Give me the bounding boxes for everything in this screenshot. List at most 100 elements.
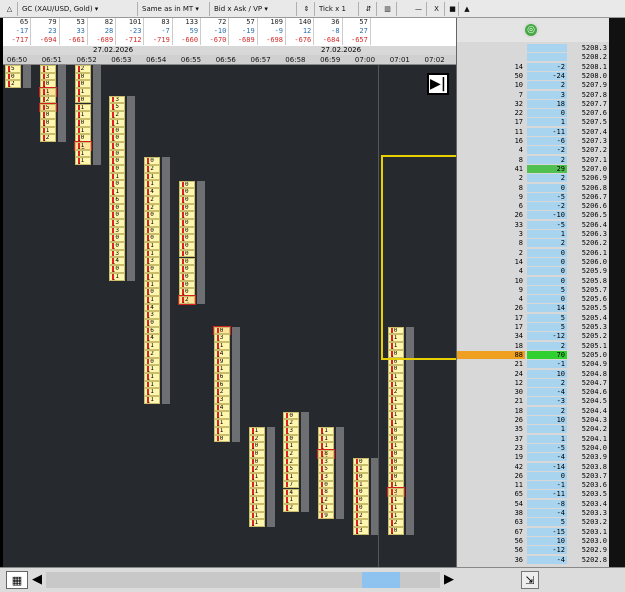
ladder-row[interactable]: 19 -4 5203.9 [457, 453, 610, 462]
ladder-row[interactable]: 34 -12 5205.2 [457, 332, 610, 341]
ladder-row[interactable]: 65 -11 5203.5 [457, 490, 610, 499]
ladder-row[interactable]: 4 0 5205.6 [457, 295, 610, 304]
ladder-row[interactable]: 11 -1 5203.6 [457, 481, 610, 490]
horizontal-scrollbar[interactable] [46, 572, 440, 588]
ladder-row[interactable]: 38 -4 5203.3 [457, 509, 610, 517]
ladder-row[interactable]: 18 2 5205.1 [457, 341, 610, 350]
ladder-price: 5205.5 [581, 304, 607, 313]
vertical-scrollbar[interactable] [609, 18, 625, 567]
ladder-row[interactable]: 8 2 5206.2 [457, 239, 610, 248]
footprint-cell: 1 1 [248, 426, 265, 435]
ladder-row[interactable]: 3 1 5206.3 [457, 230, 610, 238]
ladder-row[interactable]: 5208.2 [457, 53, 610, 62]
expand-icon[interactable]: ⇕ [299, 2, 315, 16]
tick-select[interactable]: Tick x 1 [317, 2, 359, 16]
footprint-cell: 0 2 [109, 265, 126, 273]
ladder-row[interactable]: 17 1 5207.5 [457, 118, 610, 127]
ladder-row[interactable]: 35 1 5204.2 [457, 425, 610, 434]
ladder-volume: 19 [514, 453, 523, 462]
ladder-row[interactable]: 56 10 5203.0 [457, 536, 610, 545]
ladder-row[interactable]: 14 -2 5208.1 [457, 62, 610, 71]
play-forward-icon[interactable]: ▶| [427, 73, 449, 95]
footprint-cell: 1 0 [387, 411, 404, 420]
ladder-row[interactable]: 2 0 5206.1 [457, 248, 610, 257]
calendar-icon[interactable]: ▦ [6, 571, 28, 589]
time-label: 06:54 [146, 56, 167, 64]
view-select[interactable]: Bid x Ask / VP ▾ [212, 2, 297, 16]
bars-icon[interactable]: ▥ [379, 2, 397, 16]
ladder-row[interactable]: 21 -1 5204.9 [457, 360, 610, 369]
ladder-row[interactable]: 4 0 5205.9 [457, 267, 610, 276]
ladder-volume: 22 [514, 109, 523, 118]
ladder-row[interactable]: 2 2 5206.9 [457, 174, 610, 183]
footprint-cell: 1 0 [387, 396, 404, 404]
settings-icon[interactable]: △ [2, 2, 18, 16]
ladder-row[interactable]: 10 0 5205.8 [457, 276, 610, 285]
ladder-row[interactable]: 12 2 5204.7 [457, 378, 610, 387]
stats-cell: -670 [201, 36, 230, 45]
ladder-row[interactable]: 8 0 5206.8 [457, 183, 610, 192]
time-axis: 06:50 06:51 06:52 06:53 06:54 06:55 06:56 06:57… [3, 55, 456, 65]
autoscroll-icon[interactable]: ◎ [523, 22, 539, 38]
ladder-row[interactable]: 26 0 5203.7 [457, 471, 610, 480]
scroll-right-icon[interactable]: ▶ [444, 571, 456, 589]
ladder-volume: 14 [514, 257, 523, 266]
ladder-row[interactable]: 26 10 5204.3 [457, 416, 610, 424]
volume-profile-bar [231, 326, 240, 443]
ladder-volume: 11 [514, 481, 523, 490]
ladder-row[interactable]: 22 0 5207.6 [457, 109, 610, 118]
ladder-row[interactable]: 5208.3 [457, 44, 610, 52]
scroll-left-icon[interactable]: ◀ [32, 571, 44, 589]
price-ladder[interactable]: ◎ 5208.3 5208.2 14 -2 5208.1 50 -24 5208.0 10 2 52… [456, 18, 610, 567]
ladder-row[interactable]: 26 14 5205.5 [457, 304, 610, 313]
ladder-row[interactable]: 67 -15 5203.1 [457, 527, 610, 536]
ladder-row[interactable]: 6 -2 5206.6 [457, 202, 610, 211]
ladder-delta: 1 [527, 425, 567, 434]
collapse-up-icon[interactable]: ▲ [461, 2, 473, 16]
ladder-row[interactable]: 37 1 5204.1 [457, 434, 610, 443]
close-button[interactable]: X [429, 2, 445, 16]
ladder-row[interactable]: 50 -24 5208.0 [457, 71, 610, 80]
ladder-row[interactable]: 9 -5 5206.7 [457, 192, 610, 201]
ladder-row[interactable]: 4 -2 5207.2 [457, 146, 610, 155]
ladder-row[interactable]: 41 29 5207.0 [457, 164, 610, 173]
footprint-cell: 1 27 [73, 141, 92, 151]
stop-icon[interactable]: ■ [447, 2, 459, 16]
ladder-row[interactable]: 9 5 5205.7 [457, 285, 610, 294]
minimize-button[interactable]: — [411, 2, 427, 16]
ladder-row[interactable]: 63 5 5203.2 [457, 518, 610, 527]
ladder-row[interactable]: 33 -5 5206.4 [457, 220, 610, 229]
scroll-thumb[interactable] [362, 572, 400, 588]
ladder-delta: 0 [527, 471, 567, 480]
ladder-volume: 26 [514, 471, 523, 480]
fit-icon[interactable]: ⇲ [521, 571, 539, 589]
ladder-volume: 14 [514, 62, 523, 71]
ladder-delta: -2 [527, 202, 567, 211]
ladder-row[interactable]: 88 70 5205.0 [457, 350, 610, 359]
ladder-row[interactable]: 8 2 5207.1 [457, 155, 610, 164]
ladder-row[interactable]: 24 10 5204.8 [457, 369, 610, 378]
ladder-row[interactable]: 16 -6 5207.3 [457, 137, 610, 145]
ladder-row[interactable]: 32 18 5207.7 [457, 99, 610, 108]
ladder-row[interactable]: 26 -10 5206.5 [457, 211, 610, 220]
ladder-row[interactable]: 56 -12 5202.9 [457, 546, 610, 555]
ladder-row[interactable]: 30 -4 5204.6 [457, 388, 610, 397]
symbol-select[interactable]: GC (XAU/USD, Gold) ▾ [20, 2, 138, 16]
ladder-row[interactable]: 23 -5 5204.0 [457, 443, 610, 452]
ladder-row[interactable]: 11 -11 5207.4 [457, 127, 610, 136]
ladder-row[interactable]: 17 5 5205.4 [457, 313, 610, 322]
ladder-price: 5204.2 [581, 425, 607, 434]
ladder-row[interactable]: 18 2 5204.4 [457, 406, 610, 415]
ladder-row[interactable]: 42 -14 5203.8 [457, 462, 610, 471]
mode-select[interactable]: Same as in MT ▾ [140, 2, 210, 16]
ladder-row[interactable]: 10 2 5207.9 [457, 81, 610, 90]
ladder-row[interactable]: 7 3 5207.8 [457, 90, 610, 99]
ladder-row[interactable]: 21 -3 5204.5 [457, 397, 610, 406]
ladder-row[interactable]: 36 -4 5202.8 [457, 555, 610, 564]
ladder-volume: 26 [514, 304, 523, 313]
ladder-row[interactable]: 17 5 5205.3 [457, 323, 610, 331]
ladder-row[interactable]: 14 0 5206.0 [457, 257, 610, 266]
split-icon[interactable]: ⇵ [361, 2, 377, 16]
ladder-row[interactable]: 54 -8 5203.4 [457, 499, 610, 508]
ladder-volume: 23 [514, 443, 523, 452]
